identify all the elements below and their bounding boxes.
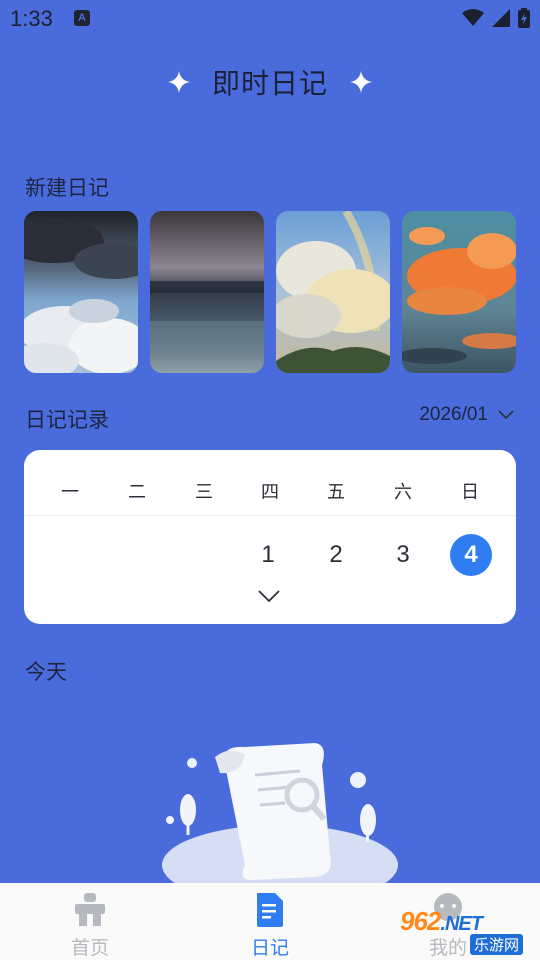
weekday-mon: 一 <box>61 482 79 503</box>
chevron-down-icon <box>498 410 514 420</box>
page-title: 即时日记 <box>211 67 328 100</box>
new-diary-label: 新建日记 <box>25 176 109 200</box>
weekday-sun: 日 <box>461 482 479 503</box>
status-time: 1:33 <box>10 6 53 31</box>
cover-cloudy-sky[interactable] <box>24 211 138 373</box>
calendar-day[interactable]: 2 <box>315 534 357 576</box>
wifi-icon <box>462 9 484 26</box>
signal-icon <box>492 9 510 27</box>
cover-rainbow-clouds[interactable] <box>276 211 390 373</box>
site-watermark: 962.NET 乐游网 <box>400 906 532 956</box>
cover-sunset-clouds[interactable] <box>402 211 516 373</box>
weekday-sat: 六 <box>394 482 412 503</box>
sparkle-icon <box>167 71 190 93</box>
weekday-wed: 三 <box>195 482 213 503</box>
nav-diary-label: 日记 <box>250 937 289 959</box>
watermark-site: 乐游网 <box>470 934 524 955</box>
weekday-thu: 四 <box>261 482 279 503</box>
weekday-fri: 五 <box>327 482 345 503</box>
month-value: 2026/01 <box>419 404 488 425</box>
status-bar: 1:33 A <box>0 0 540 36</box>
nav-diary[interactable]: 日记 <box>210 883 330 960</box>
battery-icon <box>518 8 530 28</box>
status-icons <box>462 8 530 28</box>
cover-rain-glass[interactable] <box>150 211 264 373</box>
records-label: 日记记录 <box>25 408 109 432</box>
today-label: 今天 <box>25 660 67 684</box>
nav-home[interactable]: 首页 <box>30 883 150 960</box>
empty-state-illustration <box>162 743 398 885</box>
nav-home-label: 首页 <box>70 937 109 959</box>
watermark-brand: 962.NET <box>400 906 483 936</box>
cover-list <box>24 211 516 373</box>
diary-icon <box>257 893 283 927</box>
calendar-day[interactable]: 3 <box>382 534 424 576</box>
weekday-header: 一 二 三 四 五 六 日 <box>24 450 516 516</box>
expand-calendar-icon[interactable] <box>258 589 280 603</box>
weekday-tue: 二 <box>128 482 146 503</box>
sparkle-icon <box>350 71 372 93</box>
calendar-day-selected[interactable]: 4 <box>450 534 492 576</box>
header: 即时日记 <box>0 62 540 102</box>
home-icon <box>75 893 105 926</box>
month-selector[interactable]: 2026/01 <box>419 404 514 426</box>
calendar-day[interactable]: 1 <box>247 534 289 576</box>
notification-icon: A <box>74 10 90 26</box>
